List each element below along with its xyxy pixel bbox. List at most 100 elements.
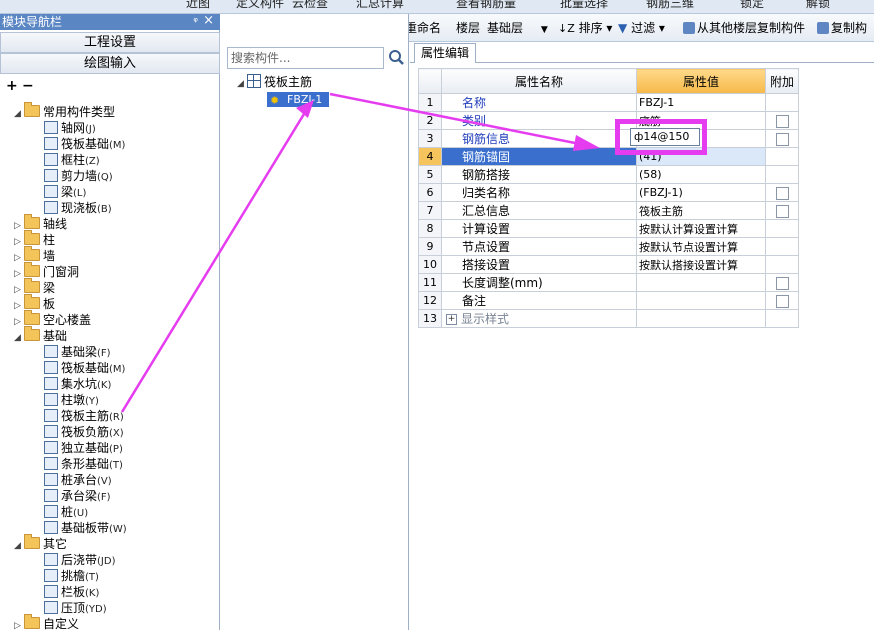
top-menu-item[interactable]: 批量选择 (560, 0, 608, 11)
property-value-cell[interactable] (636, 273, 766, 292)
tree-component-item[interactable]: 剪力墙(Q) (0, 168, 218, 184)
property-row[interactable]: 2 类别 底筋 (418, 111, 799, 130)
component-item-fbzj-1[interactable]: ✹ FBZJ-1 (267, 92, 329, 107)
attach-checkbox[interactable] (775, 114, 789, 128)
tree-folder[interactable]: ▷ 梁 (0, 278, 218, 296)
top-menu-item[interactable]: 定义构件 (236, 0, 284, 11)
tree-component-item[interactable]: 基础梁(F) (0, 344, 218, 360)
property-row[interactable]: 8 计算设置 按默认计算设置计算 (418, 219, 799, 238)
property-value-cell[interactable]: (58) (636, 165, 766, 184)
tree-component-item[interactable]: 桩承台(V) (0, 472, 218, 488)
property-row[interactable]: 11 长度调整(mm) (418, 273, 799, 292)
tab-property-edit[interactable]: 属性编辑 (414, 43, 476, 63)
tree-folder[interactable]: ▷ 空心楼盖 (0, 310, 218, 328)
collapse-arrow-icon[interactable]: ◢ (237, 76, 247, 92)
tree-component-item[interactable]: 筏板基础(M) (0, 360, 218, 376)
attach-checkbox[interactable] (775, 204, 789, 218)
attach-checkbox[interactable] (775, 132, 789, 146)
property-row[interactable]: 10 搭接设置 按默认搭接设置计算 (418, 255, 799, 274)
tree-component-item[interactable]: 筏板主筋(R) (0, 408, 218, 424)
tree-folder[interactable]: ◢ 基础 (0, 326, 218, 346)
tree-component-item[interactable]: 筏板负筋(X) (0, 424, 218, 440)
top-menu-item[interactable]: 近图 (186, 0, 210, 11)
tree-root-rebar[interactable]: ◢ 筏板主筋 (237, 74, 407, 90)
tree-folder[interactable]: ▷ 门窗洞 (0, 262, 218, 280)
property-row[interactable]: 4 钢筋锚固 (41) (418, 147, 799, 166)
tree-component-item[interactable]: 独立基础(P) (0, 440, 218, 456)
tree-component-item[interactable]: 基础板带(W) (0, 520, 218, 536)
tree-component-item[interactable]: 挑檐(T) (0, 568, 218, 584)
tree-component-item[interactable]: 承台梁(F) (0, 488, 218, 504)
project-settings-button[interactable]: 工程设置 (0, 32, 220, 53)
property-row[interactable]: 1 名称 FBZJ-1 (418, 93, 799, 112)
tree-component-item[interactable]: 框柱(Z) (0, 152, 218, 168)
copy-from-floor-button[interactable]: 从其他楼层复制构件 (683, 19, 805, 37)
expand-all-icon[interactable]: + (6, 78, 18, 94)
tree-component-item[interactable]: 柱墩(Y) (0, 392, 218, 408)
expand-arrow-icon[interactable]: ▷ (14, 618, 24, 634)
top-menu-item[interactable]: 汇总计算 (356, 0, 404, 11)
top-menu-item[interactable]: 锁定 (740, 0, 764, 11)
folder-icon (24, 294, 40, 309)
floor-select[interactable]: 基础层 ▼ (487, 19, 548, 37)
property-name: 显示样式 (461, 312, 510, 326)
tree-folder[interactable]: ◢ 常用构件类型 (0, 102, 218, 122)
property-value-cell[interactable]: 按默认搭接设置计算 (636, 255, 766, 274)
property-row[interactable]: 7 汇总信息 筏板主筋 (418, 201, 799, 220)
collapse-arrow-icon[interactable]: ◢ (14, 106, 24, 122)
tree-component-item[interactable]: 集水坑(K) (0, 376, 218, 392)
copy-to-button[interactable]: 复制构 (817, 19, 867, 37)
drawing-input-button[interactable]: 绘图输入 (0, 53, 220, 74)
top-menu-item[interactable]: 云检查 (292, 0, 328, 11)
top-menu-item[interactable]: 查看钢筋量 (456, 0, 516, 11)
tree-folder[interactable]: ▷ 柱 (0, 230, 218, 248)
collapse-all-icon[interactable]: − (22, 78, 34, 94)
tree-folder[interactable]: ▷ 板 (0, 294, 218, 312)
search-input[interactable]: 搜索构件... (227, 47, 384, 69)
collapse-arrow-icon[interactable]: ◢ (14, 538, 24, 554)
close-icon[interactable]: × (203, 13, 214, 29)
expand-plus-icon[interactable]: + (446, 314, 457, 325)
tree-folder[interactable]: ▷ 轴线 (0, 214, 218, 232)
tree-component-item[interactable]: 轴网(J) (0, 120, 218, 136)
property-row[interactable]: 5 钢筋搭接 (58) (418, 165, 799, 184)
search-icon[interactable] (386, 48, 406, 68)
component-icon (44, 441, 58, 454)
attach-checkbox[interactable] (775, 186, 789, 200)
tree-component-item[interactable]: 后浇带(JD) (0, 552, 218, 568)
property-row[interactable]: 9 节点设置 按默认节点设置计算 (418, 237, 799, 256)
property-row[interactable]: 3 钢筋信息 (418, 129, 799, 148)
component-name: 桩承台 (61, 473, 98, 487)
component-icon (44, 569, 58, 582)
attach-checkbox[interactable] (775, 294, 789, 308)
top-menu-item[interactable]: 解锁 (806, 0, 830, 11)
property-row[interactable]: 6 归类名称 (FBZJ-1) (418, 183, 799, 202)
tree-component-item[interactable]: 条形基础(T) (0, 456, 218, 472)
property-name-cell: 钢筋搭接 (441, 165, 637, 184)
property-value-cell[interactable]: FBZJ-1 (636, 93, 766, 112)
pin-icon[interactable]: ᵠ (193, 14, 198, 30)
filter-button[interactable]: ▼ 过滤 ▾ (618, 19, 665, 37)
property-row[interactable]: 12 备注 (418, 291, 799, 310)
tree-component-item[interactable]: 现浇板(B) (0, 200, 218, 216)
property-row[interactable]: 13 + 显示样式 (418, 309, 799, 328)
property-value-cell[interactable]: 按默认节点设置计算 (636, 237, 766, 256)
tree-component-item[interactable]: 桩(U) (0, 504, 218, 520)
component-name: 基础梁 (61, 345, 98, 359)
property-value-cell[interactable]: 按默认计算设置计算 (636, 219, 766, 238)
tree-component-item[interactable]: 筏板基础(M) (0, 136, 218, 152)
tree-folder[interactable]: ▷ 墙 (0, 246, 218, 264)
property-value-cell[interactable] (636, 309, 766, 328)
tree-component-item[interactable]: 梁(L) (0, 184, 218, 200)
property-value-cell[interactable]: (FBZJ-1) (636, 183, 766, 202)
attach-checkbox[interactable] (775, 276, 789, 290)
folder-icon (24, 310, 40, 325)
top-menu-item[interactable]: 钢筋三维 (646, 0, 694, 11)
sort-button[interactable]: ↓Z 排序 ▾ (558, 19, 612, 37)
collapse-arrow-icon[interactable]: ◢ (14, 330, 24, 346)
property-value-cell[interactable]: 筏板主筋 (636, 201, 766, 220)
tree-folder[interactable]: ◢ 其它 (0, 534, 218, 554)
property-value-cell[interactable] (636, 291, 766, 310)
tree-component-item[interactable]: 栏板(K) (0, 584, 218, 600)
tree-component-item[interactable]: 压顶(YD) (0, 600, 218, 616)
